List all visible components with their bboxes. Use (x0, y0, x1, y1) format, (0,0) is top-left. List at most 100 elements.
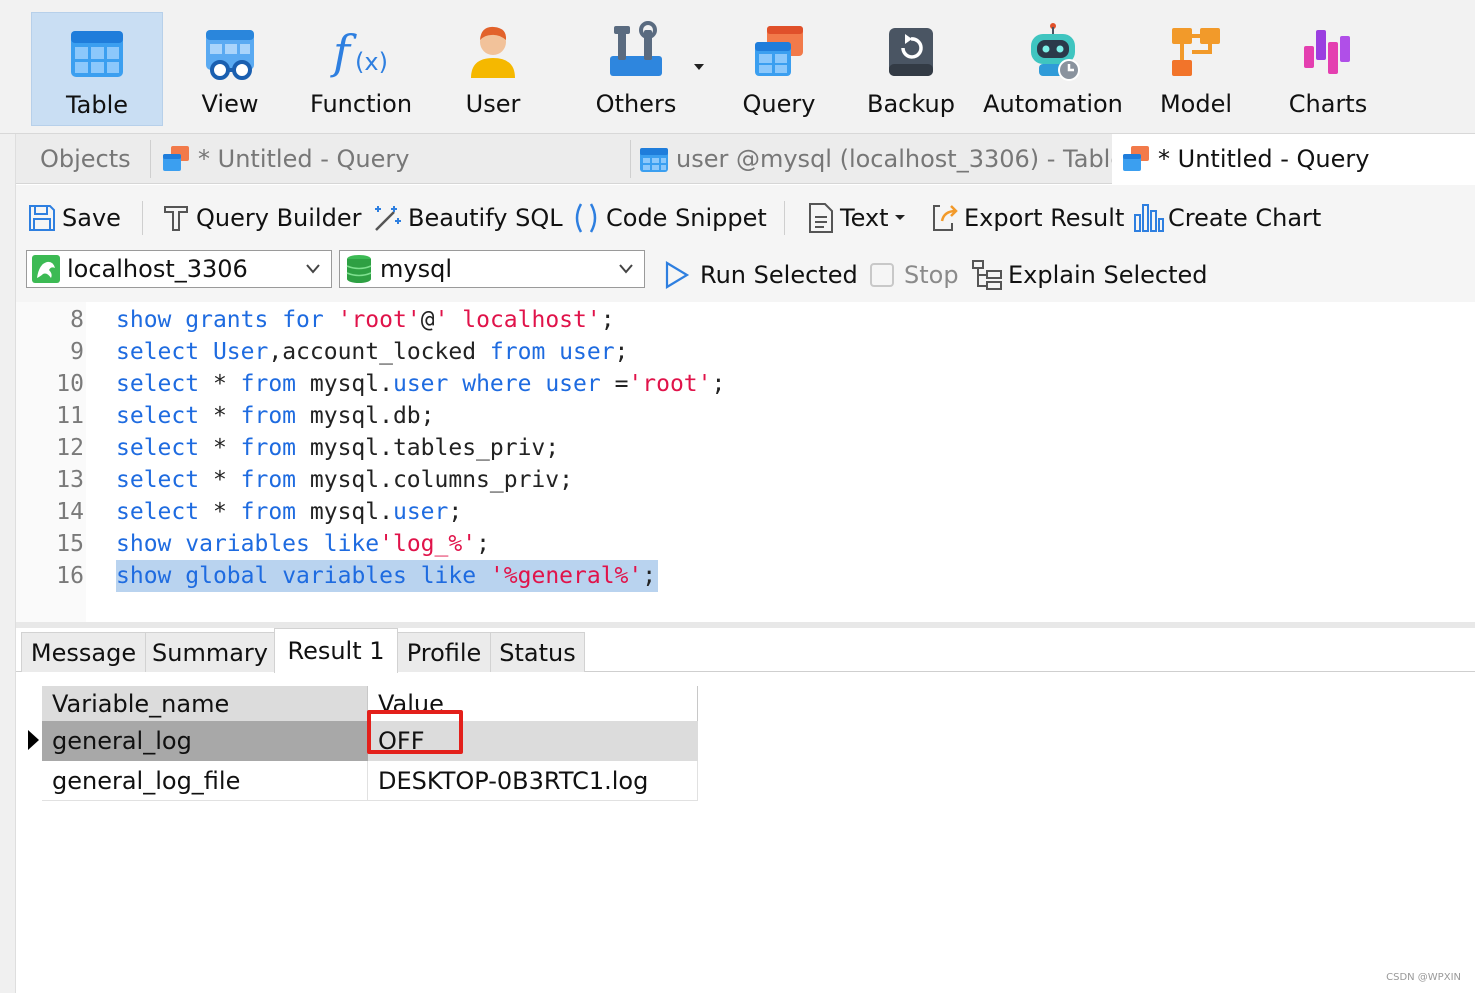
tab-status[interactable]: Status (490, 632, 585, 672)
query-tab-icon (1123, 146, 1149, 171)
tab-summary[interactable]: Summary (145, 632, 275, 672)
ribbon-view-button[interactable]: View (180, 12, 280, 126)
code-line[interactable]: 11 select * from mysql.db; (16, 400, 1475, 432)
ribbon-toolbar: Table View f (x) Function User Others Qu… (0, 0, 1475, 134)
ribbon-model-button[interactable]: Model (1150, 12, 1242, 126)
text-document-icon (809, 203, 833, 233)
sql-editor[interactable]: 8 show grants for 'root'@' localhost'; 9 se… (16, 302, 1475, 622)
column-header-variable-name[interactable]: Variable_name (42, 686, 368, 722)
code-line[interactable]: 16 show global variables like '%general%'… (16, 560, 1475, 592)
code-line[interactable]: 14 select * from mysql.user; (16, 496, 1475, 528)
beautify-sql-button[interactable]: Beautify SQL (370, 198, 563, 238)
connection-value: localhost_3306 (67, 255, 248, 283)
sql-keyword: user (392, 499, 449, 525)
create-chart-button[interactable]: Create Chart (1132, 198, 1321, 238)
tab-untitled-query-2-label: * Untitled - Query (1158, 145, 1370, 173)
code-line[interactable]: 15 show variables like'log_%'; (16, 528, 1475, 560)
sql-string: ' localhost' (434, 307, 601, 333)
tab-user-table[interactable]: user @mysql (localhost_3306) - Table (638, 134, 1125, 184)
code-text: select * from mysql.columns_priv; (116, 464, 573, 496)
others-dropdown-caret[interactable] (694, 64, 704, 70)
ribbon-charts-label: Charts (1288, 90, 1368, 118)
sql-keyword: from (240, 403, 297, 429)
table-tab-icon (640, 148, 668, 172)
sql-keyword: select (116, 371, 200, 397)
sql-text: ; (448, 499, 463, 525)
cell-text: general_log_file (52, 766, 241, 795)
ribbon-others-button[interactable]: Others (585, 12, 687, 126)
connection-select[interactable]: localhost_3306 (26, 250, 332, 288)
save-button[interactable]: Save (26, 198, 121, 238)
sql-string: '%general%' (489, 563, 643, 589)
line-number: 16 (56, 563, 84, 589)
tab-profile[interactable]: Profile (397, 632, 491, 672)
sql-keyword: user (559, 339, 615, 365)
sql-keyword: for (282, 307, 324, 333)
ribbon-automation-button[interactable]: Automation (983, 12, 1123, 126)
tab-divider (150, 140, 151, 178)
code-line[interactable]: 9 select User,account_locked from user; (16, 336, 1475, 368)
toolbar-divider (142, 201, 143, 235)
tab-untitled-query-1[interactable]: * Untitled - Query (160, 134, 409, 184)
sql-keyword: user (545, 371, 601, 397)
run-selected-button[interactable]: Run Selected (662, 255, 858, 295)
sql-text: mysql.columns_priv; (296, 467, 573, 493)
sql-keyword: like (323, 531, 380, 557)
ribbon-user-button[interactable]: User (447, 12, 539, 126)
code-text: select * from mysql.user; (116, 496, 462, 528)
ribbon-backup-button[interactable]: Backup (864, 12, 958, 126)
line-number: 11 (56, 403, 84, 429)
sql-keyword: show (116, 307, 172, 333)
ribbon-table-button[interactable]: Table (31, 12, 163, 126)
tab-message[interactable]: Message (21, 632, 146, 672)
code-line[interactable]: 12 select * from mysql.tables_priv; (16, 432, 1475, 464)
user-icon (471, 26, 515, 78)
ribbon-function-button[interactable]: f (x) Function (306, 12, 416, 126)
sql-keyword: from (240, 499, 297, 525)
tab-result-1[interactable]: Result 1 (274, 628, 398, 673)
code-snippet-button[interactable]: Code Snippet (570, 198, 767, 238)
sql-keyword: show (116, 531, 172, 557)
model-icon (1172, 28, 1220, 76)
create-chart-label: Create Chart (1168, 204, 1322, 232)
sql-text: mysql.db; (296, 403, 435, 429)
tab-status-label: Status (499, 638, 576, 667)
explain-selected-button[interactable]: Explain Selected (970, 255, 1208, 295)
sql-keyword: grants (185, 307, 269, 333)
chevron-down-icon (894, 215, 905, 220)
stop-button[interactable]: Stop (868, 255, 959, 295)
ribbon-query-button[interactable]: Query (734, 12, 824, 126)
sql-text: mysql. (296, 371, 393, 397)
ribbon-charts-button[interactable]: Charts (1282, 12, 1374, 126)
table-cell[interactable]: general_log (42, 721, 368, 761)
code-line[interactable]: 8 show grants for 'root'@' localhost'; (16, 304, 1475, 336)
column-header-label: Variable_name (52, 690, 230, 718)
query-builder-button[interactable]: Query Builder (160, 198, 361, 238)
text-mode-dropdown[interactable]: Text (806, 198, 915, 238)
ribbon-user-label: User (465, 90, 521, 118)
code-line[interactable]: 10 select * from mysql.user where user ='… (16, 368, 1475, 400)
others-icon (610, 21, 662, 76)
parentheses-icon (575, 203, 597, 233)
code-line[interactable]: 13 select * from mysql.columns_priv; (16, 464, 1475, 496)
sql-text: = (600, 371, 629, 397)
sql-keyword: select (116, 403, 200, 429)
tab-untitled-query-2[interactable]: * Untitled - Query (1112, 134, 1475, 184)
toolbar-divider (784, 201, 785, 235)
sql-text: * (199, 467, 241, 493)
tab-divider (630, 140, 631, 178)
tab-objects[interactable]: Objects (40, 134, 131, 184)
table-cell[interactable]: general_log_file (42, 761, 368, 801)
table-cell[interactable]: DESKTOP-0B3RTC1.log (368, 761, 698, 801)
database-select[interactable]: mysql (339, 250, 645, 288)
export-result-button[interactable]: Export Result (928, 198, 1124, 238)
current-row-indicator-icon (28, 730, 39, 750)
charts-icon (1304, 30, 1350, 74)
